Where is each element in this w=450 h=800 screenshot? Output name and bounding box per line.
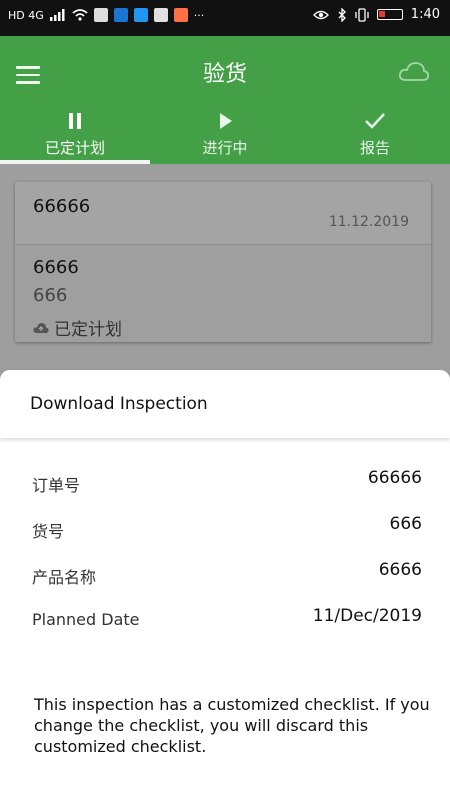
item-number: 666 [33,285,68,306]
more-notifications-icon: ··· [193,8,205,22]
app-notification-icon [113,8,128,22]
video-icon [173,8,188,22]
row-label: 产品名称 [32,568,97,587]
row-value: 666 [389,514,422,534]
row-label: Planned Date [32,610,140,629]
inspection-list: 66666 11.12.2019 6666 666 已定计划 [0,164,450,370]
page-title: 验货 [202,62,247,87]
sheet-title: Download Inspection [30,394,208,414]
tab-label: 报告 [359,139,390,157]
customized-checklist-note: This inspection has a customized checkli… [34,695,430,756]
detail-row-product-name: 产品名称 6666 [0,558,450,604]
status-text: 已定计划 [54,320,122,340]
inspection-date: 11.12.2019 [328,214,409,230]
bluetooth-icon [338,7,346,22]
card-body: 6666 666 已定计划 [15,245,431,342]
row-label: 订单号 [32,476,81,495]
tab-in-progress[interactable]: 进行中 [150,104,300,164]
inspection-card[interactable]: 66666 11.12.2019 6666 666 已定计划 [15,182,431,342]
status-bar: HD 4G ··· 1:40 [0,0,450,36]
product-name: 6666 [33,257,79,278]
detail-row-planned-date: Planned Date 11/Dec/2019 [0,604,450,650]
download-inspection-sheet: Download Inspection 订单号 66666 货号 666 产品名… [0,370,450,800]
network-indicator: HD 4G [8,8,44,22]
status-bar-left: HD 4G ··· [8,8,204,22]
tab-label: 已定计划 [44,139,105,157]
tab-label: 进行中 [202,139,248,157]
tab-bar: 已定计划 进行中 报告 [0,104,450,164]
row-value: 66666 [367,468,422,488]
cloud-upload-icon [33,322,49,333]
eye-icon [312,10,329,19]
detail-rows: 订单号 66666 货号 666 产品名称 6666 Planned Date … [0,466,450,650]
row-value: 6666 [378,560,422,580]
order-id: 66666 [33,196,91,217]
row-label: 货号 [32,522,65,541]
card-header: 66666 11.12.2019 [15,182,431,245]
status-bar-right: 1:40 [312,7,440,22]
detail-row-order-number: 订单号 66666 [0,466,450,512]
translate-icon [133,8,148,22]
wifi-icon [72,9,88,21]
signal-icon [49,9,65,21]
pause-icon [69,113,81,129]
status-label: 已定计划 [33,315,122,340]
sheet-header: Download Inspection [0,370,450,438]
detail-row-item-number: 货号 666 [0,512,450,558]
app-badge-icon [153,8,168,22]
play-icon [220,113,232,129]
battery-icon [376,9,403,20]
check-icon [365,113,385,129]
vibrate-icon [355,7,369,22]
tab-report[interactable]: 报告 [300,104,450,164]
row-value: 11/Dec/2019 [312,606,422,626]
cloud-icon[interactable] [398,60,430,82]
briefcase-icon [93,8,108,22]
tab-scheduled[interactable]: 已定计划 [0,104,150,164]
app-bar: 验货 已定计划 进行中 报告 [0,36,450,164]
clock: 1:40 [410,7,440,22]
